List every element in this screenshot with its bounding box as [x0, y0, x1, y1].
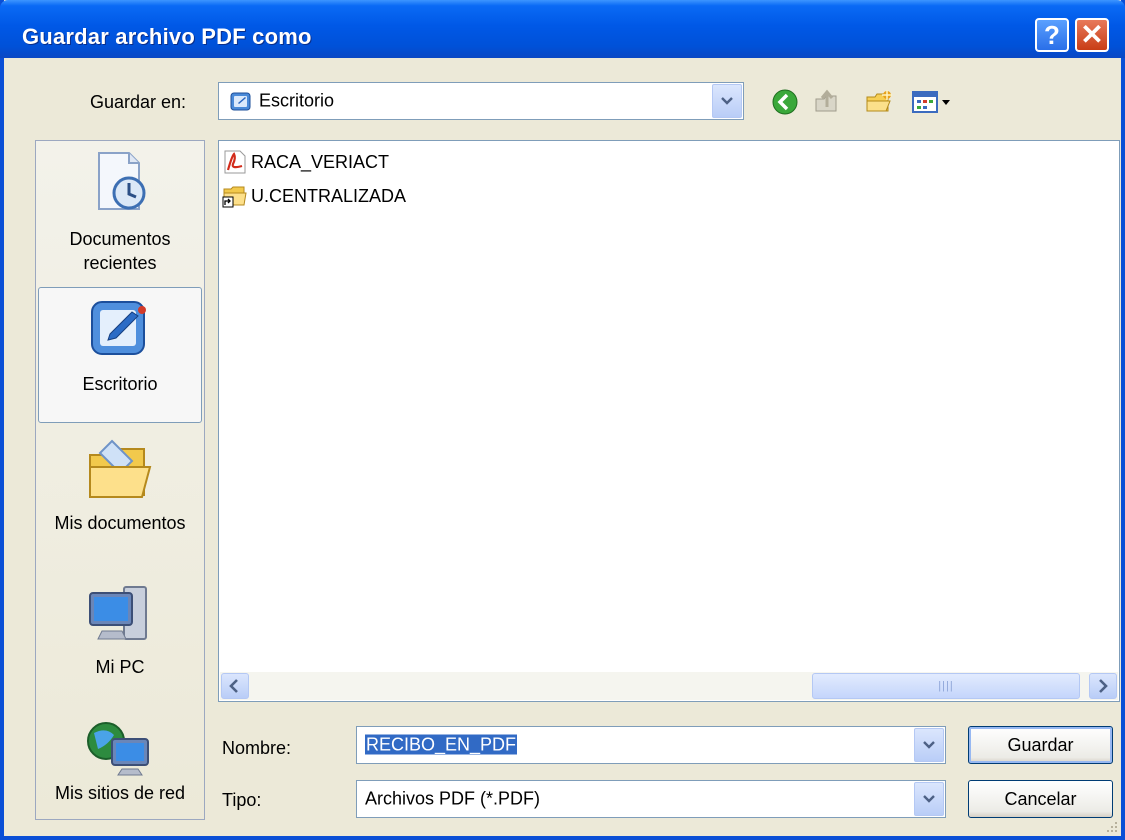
dialog-title: Guardar archivo PDF como — [22, 24, 312, 49]
folder-shortcut-icon — [222, 186, 247, 208]
desktop-small-icon — [229, 90, 253, 119]
file-list[interactable]: RACA_VERIACT U.CENTRALIZADA |||| — [218, 140, 1120, 702]
file-name: U.CENTRALIZADA — [251, 185, 407, 206]
place-label: Mis sitios de red — [54, 783, 186, 803]
help-button[interactable]: ? — [1035, 18, 1069, 52]
filename-input[interactable]: RECIBO_EN_PDF — [356, 726, 946, 764]
new-folder-icon[interactable] — [864, 87, 894, 117]
filetype-dropdown[interactable]: Archivos PDF (*.PDF) — [356, 780, 946, 818]
back-icon[interactable] — [770, 87, 800, 117]
save-in-label: Guardar en: — [90, 92, 187, 112]
place-network[interactable]: Mis sitios de red — [38, 719, 202, 815]
save-in-value: Escritorio — [259, 90, 335, 111]
scroll-left-button[interactable] — [221, 673, 249, 699]
chevron-left-icon — [229, 679, 238, 693]
place-desktop[interactable]: Escritorio — [38, 287, 202, 423]
filetype-label: Tipo: — [222, 790, 262, 810]
list-item[interactable]: U.CENTRALIZADA — [222, 183, 406, 209]
place-my-documents[interactable]: Mis documentos — [38, 437, 202, 561]
title-bar[interactable]: Guardar archivo PDF como ? ✕ — [0, 0, 1125, 58]
place-label: Mis documentos — [54, 513, 186, 533]
file-name: RACA_VERIACT — [251, 151, 390, 172]
pdf-file-icon — [224, 150, 246, 174]
my-computer-icon — [89, 586, 147, 640]
chevron-right-icon — [1099, 679, 1108, 693]
my-documents-icon — [89, 439, 152, 498]
chevron-down-icon[interactable] — [712, 84, 742, 118]
places-bar: Documentos recientes Escritorio Mis docu… — [35, 140, 205, 820]
horizontal-scrollbar[interactable]: |||| — [220, 672, 1118, 700]
filename-value: RECIBO_EN_PDF — [365, 734, 518, 755]
place-label: Escritorio — [82, 374, 158, 394]
chevron-down-icon[interactable] — [914, 782, 944, 816]
recent-documents-icon — [98, 152, 146, 210]
save-dialog: Guardar archivo PDF como ? ✕ Guardar en:… — [0, 0, 1125, 840]
grip-icon: |||| — [938, 680, 954, 692]
cancel-button[interactable]: Cancelar — [968, 780, 1113, 818]
list-item[interactable]: RACA_VERIACT — [222, 149, 389, 175]
scroll-thumb[interactable]: |||| — [812, 673, 1080, 699]
view-menu-icon[interactable] — [910, 87, 956, 117]
close-button[interactable]: ✕ — [1075, 18, 1109, 52]
place-label: Mi PC — [95, 657, 145, 677]
chevron-down-icon[interactable] — [914, 728, 944, 762]
save-in-dropdown[interactable]: Escritorio — [218, 82, 744, 120]
place-recent-documents[interactable]: Documentos recientes — [38, 147, 202, 279]
scroll-right-button[interactable] — [1089, 673, 1117, 699]
place-my-computer[interactable]: Mi PC — [38, 581, 202, 705]
filetype-value: Archivos PDF (*.PDF) — [365, 788, 541, 809]
network-places-icon — [87, 722, 149, 776]
up-folder-icon[interactable] — [812, 87, 842, 117]
filename-label: Nombre: — [222, 738, 292, 758]
save-button[interactable]: Guardar — [968, 726, 1113, 764]
place-label: Documentos recientes — [69, 229, 171, 273]
resize-grip-icon[interactable] — [1105, 820, 1119, 834]
desktop-icon — [91, 301, 146, 355]
